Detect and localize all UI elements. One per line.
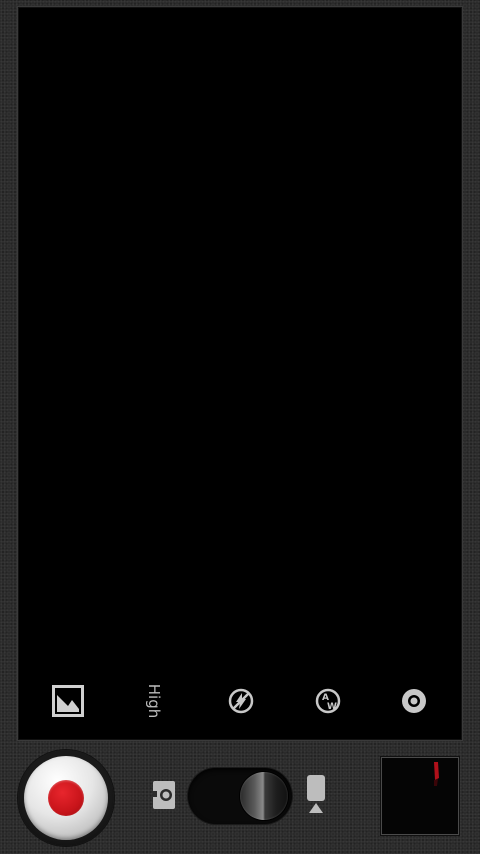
white-balance-auto-icon: A W xyxy=(314,687,342,715)
settings-bar: High A W xyxy=(18,676,462,726)
video-mode-button[interactable] xyxy=(303,774,329,818)
gallery-button[interactable] xyxy=(48,681,88,721)
svg-text:W: W xyxy=(327,702,337,712)
camera-mode-button[interactable] xyxy=(150,778,178,814)
viewfinder[interactable]: High A W xyxy=(18,7,462,740)
settings-icon xyxy=(400,687,428,715)
settings-button[interactable] xyxy=(394,681,434,721)
last-capture-thumbnail[interactable] xyxy=(382,758,458,834)
flash-off-icon xyxy=(227,687,255,715)
camera-icon xyxy=(151,777,177,815)
control-panel xyxy=(0,742,480,854)
video-camera-icon xyxy=(305,773,327,819)
white-balance-button[interactable]: A W xyxy=(308,681,348,721)
mode-switch-knob[interactable] xyxy=(240,772,288,820)
video-quality-label: High xyxy=(145,683,164,719)
record-icon xyxy=(48,780,84,816)
shutter-face xyxy=(24,756,108,840)
mode-switch[interactable] xyxy=(188,768,292,824)
flash-button[interactable] xyxy=(221,681,261,721)
video-quality-button[interactable]: High xyxy=(135,681,175,721)
thumbnail-image xyxy=(382,758,458,834)
record-button[interactable] xyxy=(18,750,114,846)
gallery-icon xyxy=(52,685,84,717)
